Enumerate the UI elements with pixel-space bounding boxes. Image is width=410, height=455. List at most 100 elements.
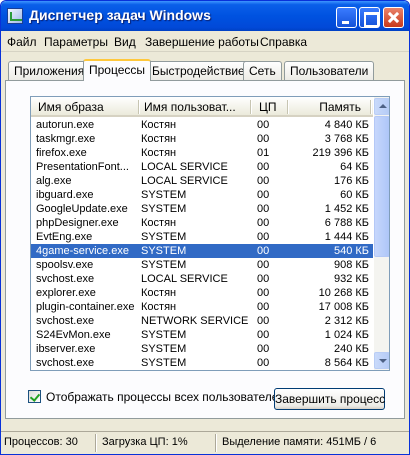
status-divider [95,434,96,452]
maximize-icon [360,8,379,27]
process-user: Костян [141,147,177,159]
process-name: PresentationFont... [36,161,129,173]
column-divider[interactable] [370,100,371,114]
process-cpu: 00 [257,273,270,285]
close-button[interactable] [383,7,404,28]
close-icon [384,8,403,27]
process-name: GoogleUpdate.exe [36,203,128,215]
table-row[interactable]: svchost.exe LOCAL SERVICE 00 932 КБ [31,272,373,286]
process-memory: 240 КБ [333,343,369,355]
table-row[interactable]: PresentationFont... LOCAL SERVICE 00 64 КБ [31,160,373,174]
table-row[interactable]: taskmgr.exe Костян 00 3 768 КБ [31,132,373,146]
process-user: SYSTEM [141,245,187,257]
table-row[interactable]: alg.exe LOCAL SERVICE 00 176 КБ [31,174,373,188]
process-memory: 219 396 КБ [312,147,369,159]
process-cpu: 00 [257,161,270,173]
process-cpu: 00 [257,175,270,187]
tab-applications[interactable]: Приложения [8,61,91,80]
scroll-thumb[interactable] [374,116,389,257]
process-cpu: 00 [257,329,270,341]
process-name: firefox.exe [36,147,87,159]
process-name: svchost.exe [36,315,95,327]
menu-options[interactable]: Параметры [44,35,108,49]
menu-bar: Файл Параметры Вид Завершение работы Спр… [1,32,409,52]
process-name: EvtEng.exe [36,231,93,243]
table-row[interactable]: firefox.exe Костян 01 219 396 КБ [31,146,373,160]
process-cpu: 00 [257,133,270,145]
column-header-memory[interactable]: Память [301,100,361,114]
process-user: LOCAL SERVICE [141,273,228,285]
tab-strip: Приложения Процессы Быстродействие Сеть … [5,59,405,81]
minimize-icon [337,8,356,27]
process-memory: 540 КБ [333,245,369,257]
process-user: SYSTEM [141,329,187,341]
process-user: SYSTEM [141,189,187,201]
process-name: svchost.exe [36,273,95,285]
process-name: explorer.exe [36,287,96,299]
list-header: Имя образа Имя пользоват... ЦП Память [31,97,373,117]
process-user: LOCAL SERVICE [141,175,228,187]
process-user: NETWORK SERVICE [141,315,249,327]
process-cpu: 00 [257,245,270,257]
show-all-users-label[interactable]: Отображать процессы всех пользователей [46,390,285,404]
table-row[interactable]: S24EvMon.exe SYSTEM 00 1 024 КБ [31,328,373,342]
tab-users[interactable]: Пользователи [284,61,375,80]
column-header-image-name[interactable]: Имя образа [38,100,138,114]
process-user: SYSTEM [141,357,187,369]
process-memory: 4 840 КБ [324,119,369,131]
table-row[interactable]: explorer.exe Костян 00 10 268 КБ [31,286,373,300]
process-cpu: 00 [257,203,270,215]
column-divider[interactable] [138,100,139,114]
process-user: SYSTEM [141,203,187,215]
process-name: S24EvMon.exe [36,329,111,341]
vertical-scrollbar[interactable] [374,97,389,370]
table-row[interactable]: GoogleUpdate.exe SYSTEM 00 1 452 КБ [31,202,373,216]
menu-view[interactable]: Вид [114,35,136,49]
process-memory: 1 444 КБ [324,231,369,243]
tab-network[interactable]: Сеть [243,61,282,80]
process-memory: 1 024 КБ [324,329,369,341]
process-list[interactable]: Имя образа Имя пользоват... ЦП Память au… [30,96,390,371]
table-row[interactable]: ibguard.exe SYSTEM 00 60 КБ [31,188,373,202]
column-divider[interactable] [287,100,288,114]
column-header-cpu[interactable]: ЦП [259,100,285,114]
tab-performance[interactable]: Быстродействие [146,61,251,80]
process-memory: 17 008 КБ [318,301,369,313]
process-name: plugin-container.exe [36,301,135,313]
process-name: autorun.exe [36,119,95,131]
table-row[interactable]: spoolsv.exe SYSTEM 00 908 КБ [31,258,373,272]
table-row[interactable]: EvtEng.exe SYSTEM 00 1 444 КБ [31,230,373,244]
tab-processes[interactable]: Процессы [83,59,152,81]
process-memory: 6 788 КБ [324,217,369,229]
show-all-users-checkbox[interactable] [28,390,41,403]
end-process-button[interactable]: Завершить процесс [274,388,385,410]
process-cpu: 00 [257,301,270,313]
process-memory: 3 768 КБ [324,133,369,145]
column-header-user-name[interactable]: Имя пользоват... [144,100,248,114]
process-user: Костян [141,133,177,145]
column-divider[interactable] [250,100,251,114]
menu-help[interactable]: Справка [260,35,307,49]
table-row-selected[interactable]: 4game-service.exe SYSTEM 00 540 КБ [31,244,373,258]
table-row[interactable]: svchost.exe SYSTEM 00 8 564 КБ [31,356,373,370]
table-row[interactable]: autorun.exe Костян 00 4 840 КБ [31,118,373,132]
process-memory: 64 КБ [340,161,369,173]
table-row[interactable]: ibserver.exe SYSTEM 00 240 КБ [31,342,373,356]
scroll-up-button[interactable] [374,98,389,115]
process-name: alg.exe [36,175,72,187]
process-user: Костян [141,217,177,229]
table-row[interactable]: plugin-container.exe Костян 00 17 008 КБ [31,300,373,314]
menu-file[interactable]: Файл [7,35,37,49]
status-divider [215,434,216,452]
table-row[interactable]: phpDesigner.exe Костян 00 6 788 КБ [31,216,373,230]
process-cpu: 00 [257,315,270,327]
menu-shutdown[interactable]: Завершение работы [145,35,259,49]
scroll-down-button[interactable] [374,352,389,369]
process-memory: 8 564 КБ [324,357,369,369]
maximize-button[interactable] [359,7,380,28]
title-bar[interactable]: Диспетчер задач Windows [1,1,409,31]
table-row[interactable]: svchost.exe NETWORK SERVICE 00 2 312 КБ [31,314,373,328]
minimize-button[interactable] [336,7,357,28]
status-bar: Процессов: 30 Загрузка ЦП: 1% Выделение … [1,431,409,454]
process-name: 4game-service.exe [36,245,129,257]
